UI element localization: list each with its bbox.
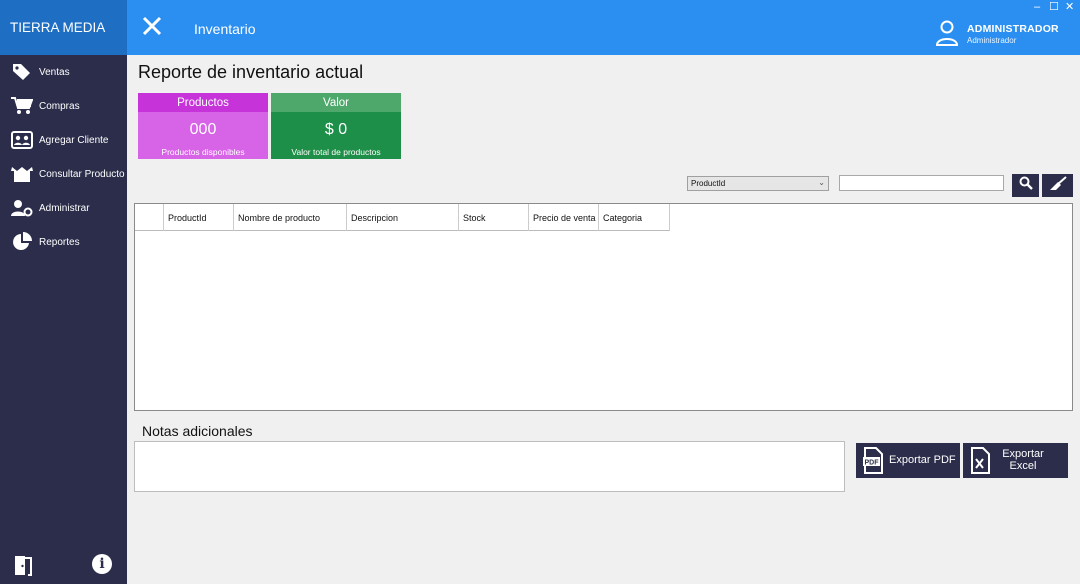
clear-button[interactable] (1042, 174, 1073, 197)
close-icon[interactable] (141, 13, 163, 39)
pie-chart-icon (11, 232, 33, 252)
export-pdf-button[interactable]: PDF Exportar PDF (856, 443, 960, 478)
user-icon (935, 20, 959, 46)
sidebar-item-agregar-cliente[interactable]: Agregar Cliente (0, 123, 127, 157)
productos-card-title: Productos (138, 93, 268, 112)
column-header[interactable]: Categoria (599, 204, 670, 231)
info-icon[interactable]: i (92, 554, 112, 574)
sidebar-item-reportes[interactable]: Reportes (0, 225, 127, 259)
productos-card-subtitle: Productos disponibles (161, 147, 245, 157)
sidebar-item-administrar[interactable]: Administrar (0, 191, 127, 225)
sidebar-item-label: Administrar (39, 202, 90, 214)
header-title: Inventario (194, 21, 256, 37)
header-bar: Inventario ADMINISTRADOR Administrador –… (127, 0, 1080, 55)
filter-selected-value: ProductId (691, 179, 726, 188)
search-button[interactable] (1012, 174, 1039, 197)
row-header-cell (135, 204, 164, 231)
cart-icon (11, 96, 33, 116)
broom-icon (1049, 176, 1067, 195)
valor-card: Valor $ 0 Valor total de productos (271, 93, 401, 159)
search-icon (1019, 176, 1033, 195)
valor-card-title: Valor (271, 93, 401, 112)
user-name: ADMINISTRADOR (967, 23, 1059, 35)
notes-textarea[interactable] (134, 441, 845, 492)
user-gear-icon (11, 198, 33, 218)
grid-header: ProductId Nombre de producto Descripcion St… (135, 204, 670, 231)
export-excel-label: Exportar Excel (1002, 448, 1044, 472)
brand-title: TIERRA MEDIA (0, 0, 127, 55)
column-header[interactable]: Precio de venta (529, 204, 599, 231)
search-input[interactable] (839, 175, 1004, 191)
box-icon (11, 164, 33, 184)
window-close-icon[interactable]: ✕ (1065, 1, 1074, 13)
export-excel-button[interactable]: Exportar Excel (963, 443, 1068, 478)
page-title: Reporte de inventario actual (138, 62, 364, 82)
sidebar: TIERRA MEDIA Ventas Compras Agregar Clie… (0, 0, 127, 584)
sidebar-item-consultar-producto[interactable]: Consultar Producto (0, 157, 127, 191)
inventory-grid[interactable]: ProductId Nombre de producto Descripcion St… (134, 203, 1073, 411)
filter-field-select[interactable]: ProductId ⌄ (687, 176, 829, 191)
column-header[interactable]: Descripcion (347, 204, 459, 231)
valor-card-subtitle: Valor total de productos (291, 147, 381, 157)
minimize-icon[interactable]: – (1034, 1, 1040, 13)
sidebar-item-label: Reportes (39, 236, 80, 248)
sidebar-item-label: Compras (39, 100, 80, 112)
valor-card-value: $ 0 (324, 121, 348, 138)
export-pdf-label: Exportar PDF (889, 454, 956, 466)
sidebar-item-label: Consultar Producto (39, 168, 125, 180)
logout-door-icon[interactable] (13, 554, 35, 576)
maximize-icon[interactable]: ☐ (1049, 1, 1059, 13)
user-role: Administrador (967, 36, 1017, 45)
pdf-file-icon: PDF (863, 447, 883, 474)
productos-card-value: 000 (189, 121, 217, 138)
chevron-down-icon: ⌄ (818, 178, 825, 187)
productos-card: Productos 000 Productos disponibles (138, 93, 268, 159)
sidebar-item-ventas[interactable]: Ventas (0, 55, 127, 89)
sidebar-item-label: Ventas (39, 66, 70, 78)
sidebar-item-label: Agregar Cliente (39, 134, 109, 146)
column-header[interactable]: Stock (459, 204, 529, 231)
column-header[interactable]: ProductId (164, 204, 234, 231)
notes-label: Notas adicionales (142, 423, 253, 439)
tag-icon (11, 62, 33, 82)
contacts-icon (11, 130, 33, 150)
svg-text:PDF: PDF (865, 460, 880, 467)
excel-file-icon (970, 447, 990, 474)
column-header[interactable]: Nombre de producto (234, 204, 347, 231)
sidebar-item-compras[interactable]: Compras (0, 89, 127, 123)
